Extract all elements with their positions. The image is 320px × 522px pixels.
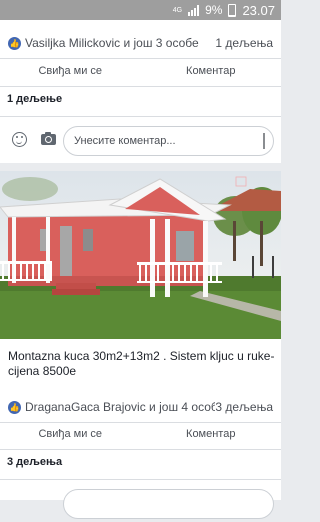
post-card-1: 👍 Vasiljka Milickovic и још 3 особе 1 де… [0,20,281,163]
comment-input[interactable] [63,489,274,519]
reaction-names[interactable]: DraganaGaca Brajovic и још 4 особе [25,400,215,414]
like-reaction-icon: 👍 [8,400,21,414]
like-button[interactable]: Свиђа ми се [0,65,141,77]
shares-count[interactable]: 3 дељења [7,456,62,468]
tree-trunk [233,221,236,261]
post-photo-house[interactable] [0,171,281,339]
shares-link[interactable]: 1 дељења [215,36,273,50]
text-cursor [263,133,265,149]
status-bar: 4G 9% 23.07 [0,0,281,20]
porch-column [150,219,155,297]
comment-composer [0,123,281,159]
clock: 23.07 [242,2,275,18]
reactions-summary[interactable]: 👍 Vasiljka Milickovic и још 3 особе 1 де… [8,33,273,53]
comment-composer [0,486,281,522]
camera-icon[interactable] [41,132,56,145]
comment-button[interactable]: Коментар [141,428,282,440]
divider [0,479,281,480]
post-card-2: Montazna kuca 30m2+13m2 . Sistem kljuc u… [0,171,281,519]
window [83,229,93,251]
like-button[interactable]: Свиђа ми се [0,428,141,440]
network-type-indicator: 4G [172,6,183,14]
divider [0,449,281,450]
reaction-names[interactable]: Vasiljka Milickovic и још 3 особе [25,36,215,50]
battery-percent: 9% [205,3,223,17]
battery-icon [228,3,237,17]
grass [0,291,281,339]
divider [0,116,281,117]
tree-trunk [260,221,263,266]
post-actions: Свиђа ми се Коментар [0,56,281,86]
steps [52,289,100,295]
divider [0,86,281,87]
tree [2,177,58,201]
reactions-summary[interactable]: 👍 DraganaGaca Brajovic и још 4 особе 3 д… [8,397,273,417]
post-text: Montazna kuca 30m2+13m2 . Sistem kljuc u… [8,349,275,378]
comment-input[interactable] [63,126,274,156]
porch-column [46,217,50,283]
signal-icon [188,4,200,16]
window [176,231,194,261]
door [60,226,72,276]
fence-post [272,256,274,278]
shares-link[interactable]: 3 дељења [215,400,273,414]
post-actions: Свиђа ми се Коментар [0,419,281,449]
porch-column [203,221,208,297]
like-reaction-icon: 👍 [8,36,21,50]
comment-button[interactable]: Коментар [141,65,282,77]
fence-post [252,256,254,278]
steps [56,283,96,289]
shares-count[interactable]: 1 дељење [7,93,62,105]
emoji-icon[interactable] [12,132,27,147]
porch-column [165,219,170,297]
